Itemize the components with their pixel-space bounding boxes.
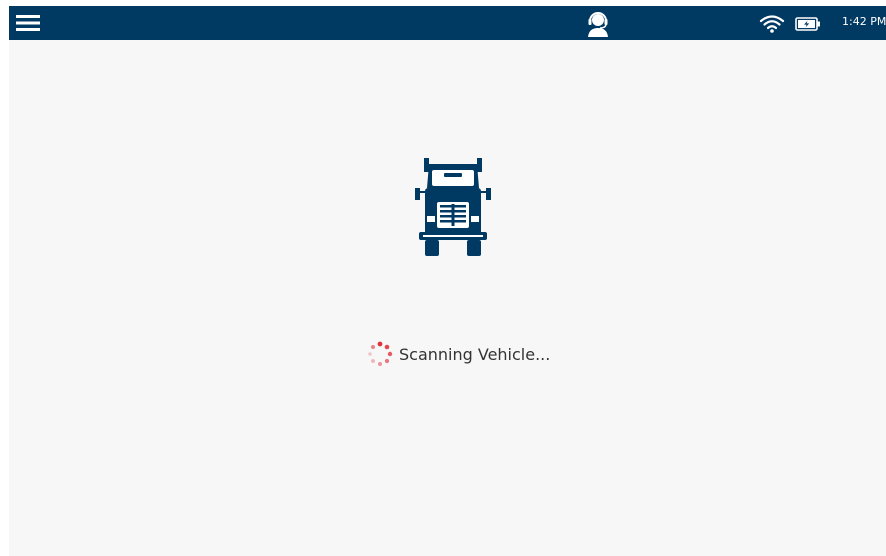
headset-support-icon[interactable]	[584, 9, 612, 37]
status-time: 1:42 PM	[842, 15, 886, 28]
top-bar: 1:42 PM	[9, 6, 886, 40]
wifi-icon	[759, 14, 785, 34]
battery-charging-icon	[795, 16, 821, 31]
app-window: 1:42 PM Scanning Vehicle...	[9, 6, 886, 556]
hamburger-menu-icon[interactable]	[13, 9, 43, 37]
semi-truck-front-icon	[415, 158, 491, 256]
loading-spinner-icon	[368, 341, 393, 366]
scan-status-text: Scanning Vehicle...	[399, 344, 551, 364]
scan-status: Scanning Vehicle...	[367, 341, 551, 366]
